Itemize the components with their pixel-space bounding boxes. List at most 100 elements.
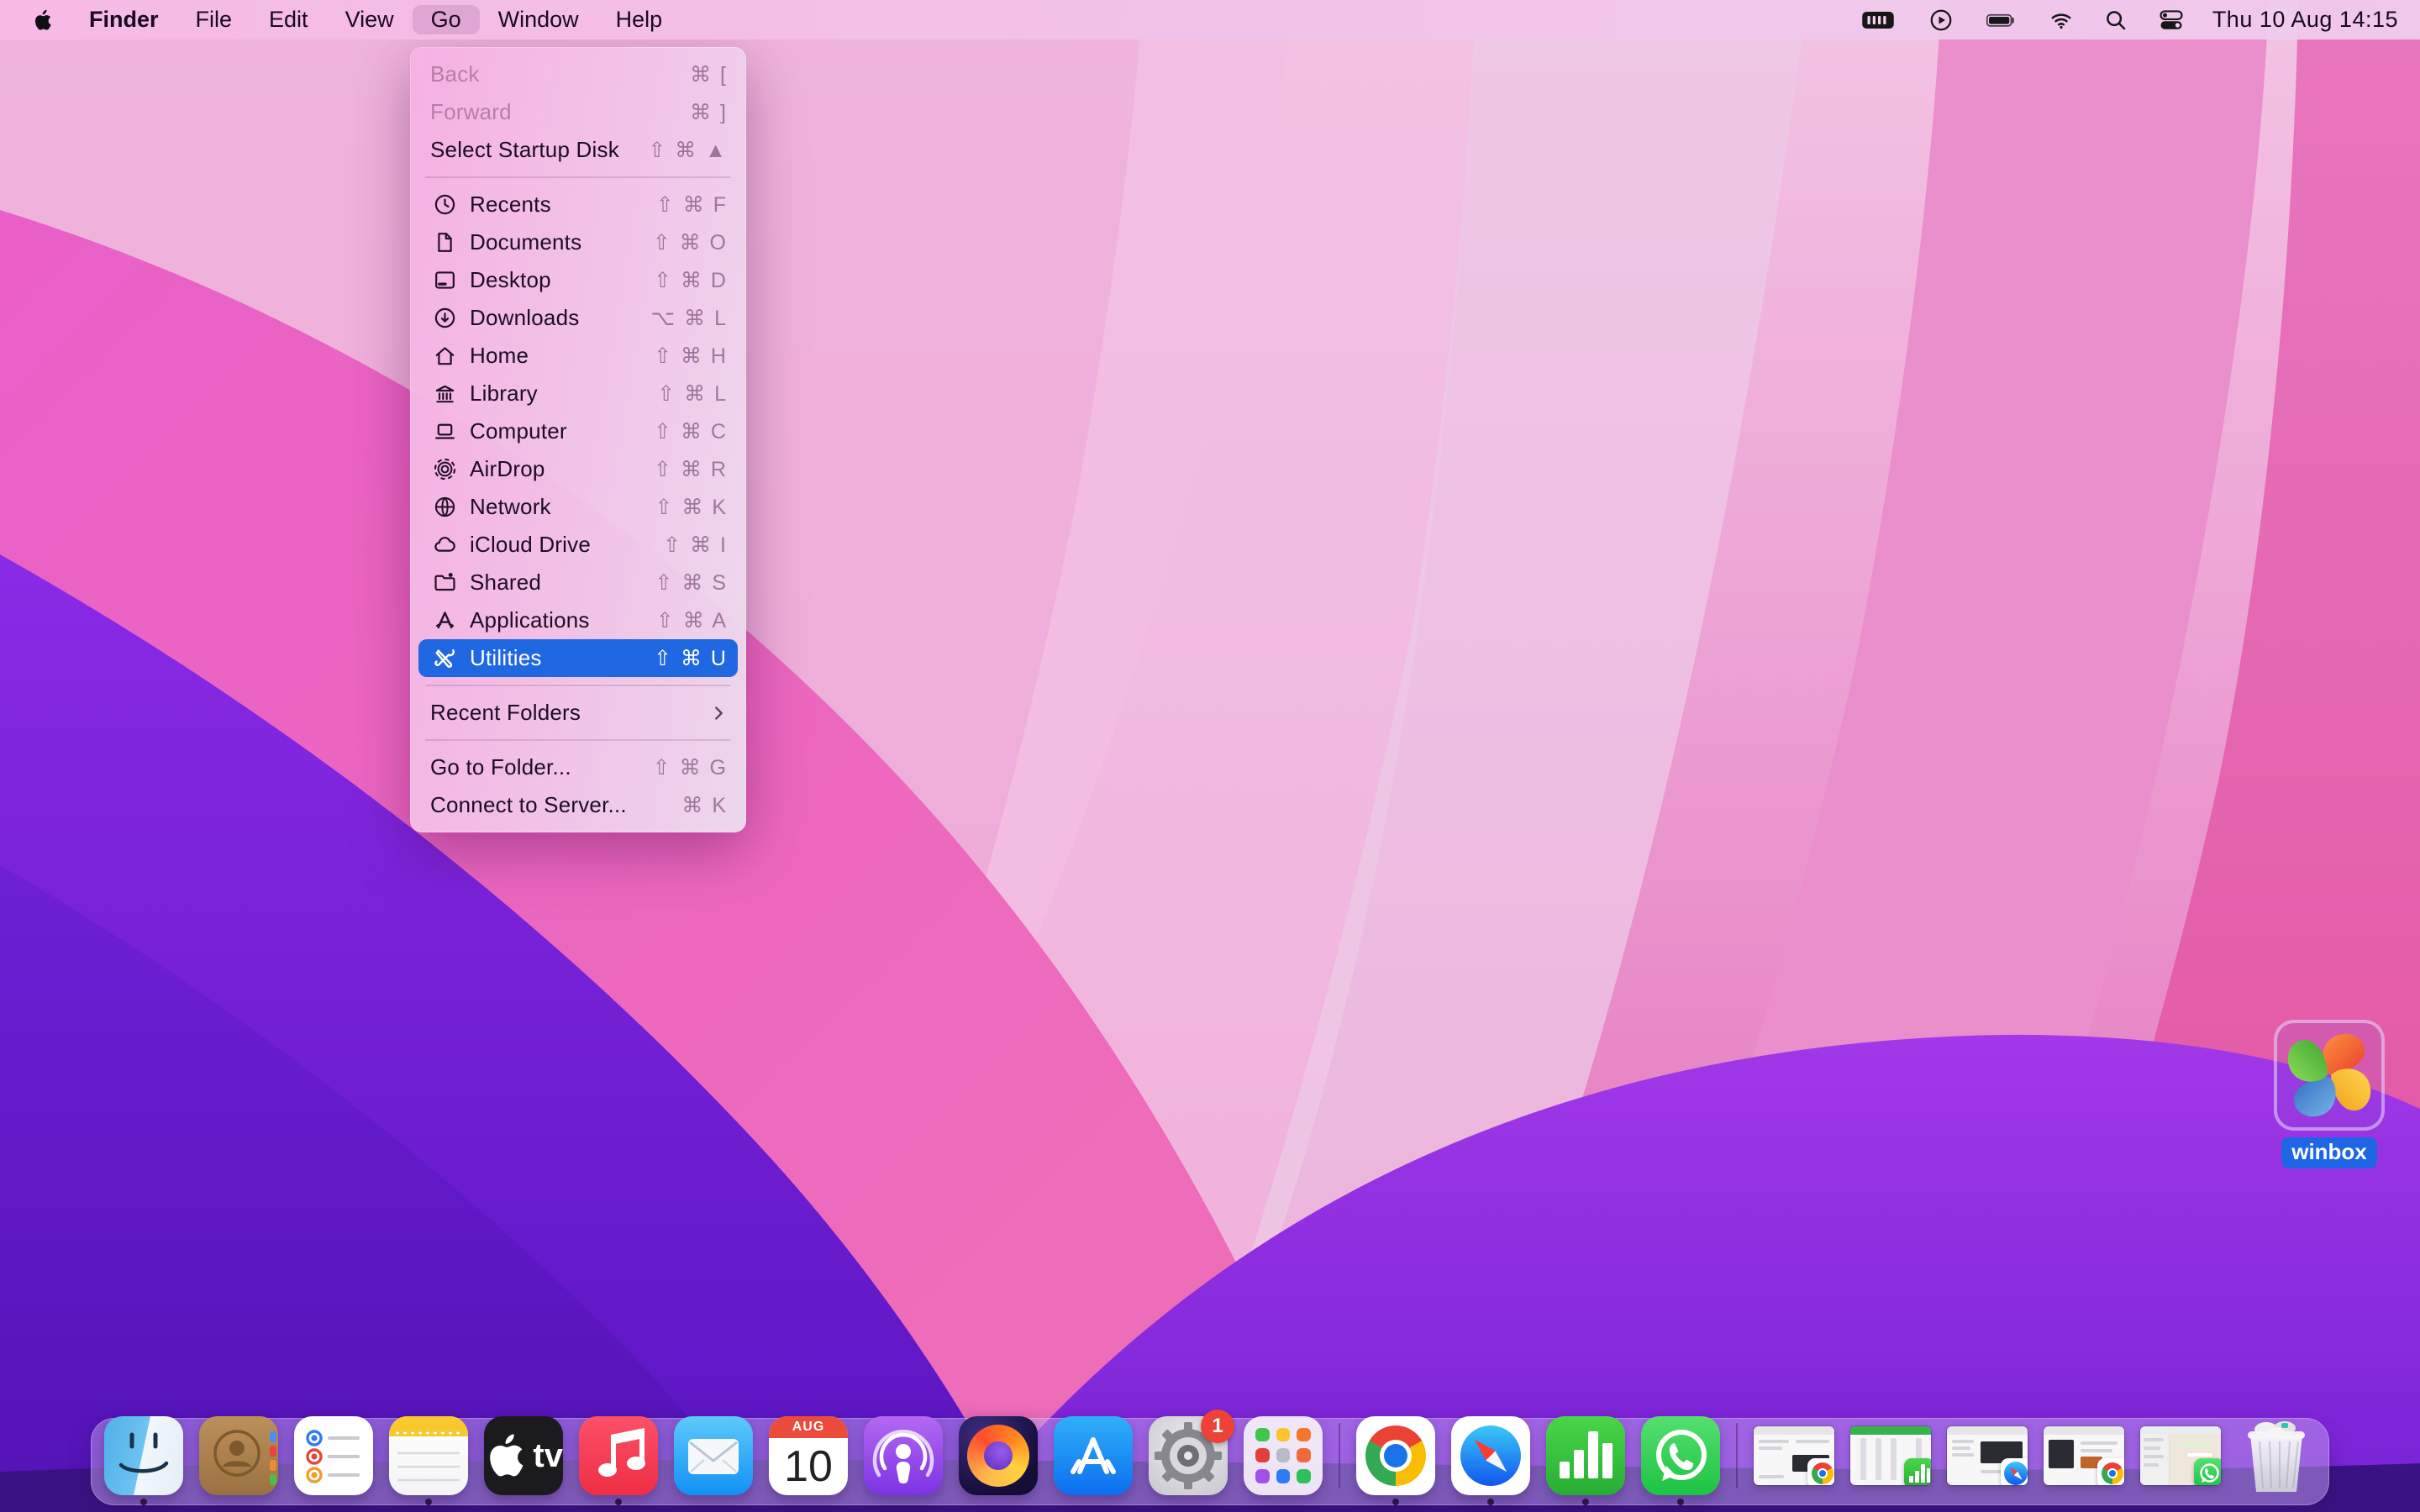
control-center-icon[interactable] [2149,8,2194,33]
menu-item-shortcut: ⇧ ⌘ G [653,755,728,780]
dock-item-launchpad[interactable] [1244,1416,1323,1508]
menu-item-label: Downloads [470,305,650,331]
minimized-window-chrome-2[interactable] [2044,1426,2124,1498]
keyboard-brightness-icon[interactable] [1848,8,1908,33]
menu-item-library[interactable]: Library ⇧ ⌘ L [410,375,746,412]
menu-item-label: iCloud Drive [470,532,663,558]
menu-bar-item-edit[interactable]: Edit [250,5,327,34]
menu-item-shortcut: ⇧ ⌘ S [655,570,728,596]
dock-item-chrome[interactable] [1356,1416,1435,1508]
menu-bar-left: Finder File Edit View Go Window Help [0,0,681,39]
dock-separator [1736,1423,1738,1488]
menu-item-shortcut: ⇧ ⌘ U [654,646,728,671]
dock-item-trash[interactable] [2237,1416,2316,1508]
firefox-icon [959,1416,1038,1495]
music-icon [579,1416,658,1495]
dock-item-contacts[interactable] [199,1416,278,1508]
menu-bar-item-window[interactable]: Window [480,5,597,34]
menu-item-recents[interactable]: Recents ⇧ ⌘ F [410,186,746,223]
mail-icon [674,1416,753,1495]
wifi-icon[interactable] [2039,8,2083,33]
menu-bar-item-go[interactable]: Go [413,5,480,34]
menu-item-home[interactable]: Home ⇧ ⌘ H [410,337,746,375]
firefox-globe [967,1425,1029,1487]
dock-item-app-store[interactable] [1054,1416,1133,1508]
menu-item-shortcut: ⇧ ⌘ F [656,192,728,218]
menu-item-documents[interactable]: Documents ⇧ ⌘ O [410,223,746,261]
menu-item-shortcut: ⇧ ⌘ L [657,381,728,407]
spotlight-search-icon[interactable] [2095,8,2137,33]
numbers-icon [1904,1458,1931,1485]
menu-item-applications[interactable]: Applications ⇧ ⌘ A [410,601,746,639]
minimized-window-numbers[interactable] [1850,1426,1931,1498]
dock-item-firefox[interactable] [959,1416,1038,1508]
dock-item-safari[interactable] [1451,1416,1530,1508]
menu-bar-item-finder[interactable]: Finder [71,5,177,34]
dock-item-system-preferences[interactable]: 1 [1149,1416,1228,1508]
menu-item-shared[interactable]: Shared ⇧ ⌘ S [410,564,746,601]
dock-separator [1339,1423,1340,1488]
menu-item-computer[interactable]: Computer ⇧ ⌘ C [410,412,746,450]
reminders-icon [294,1416,373,1495]
dock-item-whatsapp[interactable] [1641,1416,1720,1508]
dock-item-numbers[interactable] [1546,1416,1625,1508]
window-thumbnail [2044,1426,2124,1485]
icloud-icon [430,531,459,559]
minimized-window-whatsapp[interactable] [2140,1426,2221,1498]
menu-item-label: Library [470,381,657,407]
dock-item-calendar[interactable]: AUG 10 [769,1416,848,1508]
utilities-icon [430,644,459,673]
menu-bar-clock[interactable]: Thu 10 Aug 14:15 [2212,7,2398,33]
menu-item-shortcut: ⇧ ⌘ R [654,457,728,482]
menu-item-shortcut: ⌘ K [681,793,728,818]
menu-item-utilities[interactable]: Utilities ⇧ ⌘ U [418,639,738,677]
document-icon [430,228,459,257]
notes-icon [389,1416,468,1495]
dock-item-reminders[interactable] [294,1416,373,1508]
menu-item-shortcut: ⇧ ⌘ O [653,230,728,255]
desktop-icon-winbox[interactable]: winbox [2270,1020,2388,1168]
shared-folder-icon [430,569,459,597]
menu-item-select-startup-disk[interactable]: Select Startup Disk ⇧ ⌘ ▲ [410,131,746,169]
dock-item-notes[interactable] [389,1416,468,1508]
menu-item-label: Network [470,494,655,520]
menu-item-icloud-drive[interactable]: iCloud Drive ⇧ ⌘ I [410,526,746,564]
calendar-month: AUG [769,1416,848,1438]
dock-item-music[interactable] [579,1416,658,1508]
dock-item-podcasts[interactable] [864,1416,943,1508]
menu-item-label: Recent Folders [430,700,709,726]
now-playing-icon[interactable] [1920,8,1962,33]
menu-item-network[interactable]: Network ⇧ ⌘ K [410,488,746,526]
dock-item-apple-tv[interactable]: tv [484,1416,563,1508]
menu-item-shortcut: ⇧ ⌘ A [656,608,728,633]
menu-item-shortcut: ⌘ ] [690,100,728,125]
menu-item-label: Home [470,343,654,369]
menu-item-airdrop[interactable]: AirDrop ⇧ ⌘ R [410,450,746,488]
running-indicator [425,1499,432,1505]
apple-menu[interactable] [32,8,71,33]
submenu-chevron-icon [709,704,728,722]
app-store-icon [1054,1416,1133,1495]
chrome-logo [1365,1425,1426,1486]
menu-item-go-to-folder[interactable]: Go to Folder... ⇧ ⌘ G [410,748,746,786]
menu-bar-item-file[interactable]: File [177,5,251,34]
computer-icon [430,417,459,446]
minimized-window-safari[interactable] [1947,1426,2028,1498]
dock-item-finder[interactable] [104,1416,183,1508]
menu-item-downloads[interactable]: Downloads ⌥ ⌘ L [410,299,746,337]
menu-item-shortcut: ⇧ ⌘ D [654,268,728,293]
menu-bar-item-help[interactable]: Help [597,5,681,34]
window-thumbnail [2140,1426,2221,1485]
dock-item-mail[interactable] [674,1416,753,1508]
menu-item-label: Shared [470,570,655,596]
menu-bar-item-view[interactable]: View [327,5,413,34]
whatsapp-icon [1641,1416,1720,1495]
menu-item-connect-to-server[interactable]: Connect to Server... ⌘ K [410,786,746,824]
whatsapp-icon [2194,1458,2221,1485]
menu-item-recent-folders[interactable]: Recent Folders [410,694,746,732]
contacts-icon [199,1416,278,1495]
minimized-window-chrome[interactable] [1754,1426,1834,1498]
battery-icon[interactable] [1974,8,2028,33]
menu-item-desktop[interactable]: Desktop ⇧ ⌘ D [410,261,746,299]
chrome-icon [1356,1416,1435,1495]
